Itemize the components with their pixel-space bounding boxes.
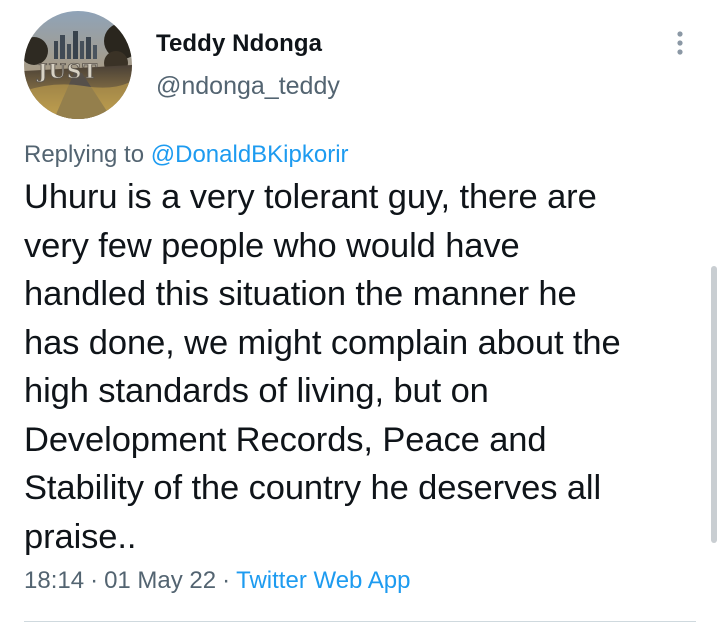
- replying-to-label: Replying to: [24, 141, 151, 168]
- avatar-image: JUST: [24, 11, 132, 119]
- author-handle[interactable]: @ndonga_teddy: [156, 72, 340, 101]
- more-options-button[interactable]: [664, 28, 696, 60]
- replying-to-handle-link[interactable]: @DonaldBKipkorir: [151, 141, 349, 168]
- meta-separator: ·: [90, 567, 99, 594]
- tweet-time[interactable]: 18:14: [24, 567, 84, 594]
- scrollbar-thumb[interactable]: [711, 266, 717, 543]
- tweet-metadata: 18:14 · 01 May 22 · Twitter Web App: [24, 567, 410, 595]
- tweet-date[interactable]: 01 May 22: [104, 567, 216, 594]
- tweet-source-link[interactable]: Twitter Web App: [236, 567, 410, 594]
- more-vertical-icon: [677, 31, 683, 55]
- replying-to-line: Replying to @DonaldBKipkorir: [24, 141, 349, 169]
- meta-separator: ·: [222, 567, 231, 594]
- author-avatar[interactable]: JUST: [24, 11, 132, 119]
- author-display-name[interactable]: Teddy Ndonga: [156, 30, 322, 58]
- tweet-text: Uhuru is a very tolerant guy, there are …: [24, 178, 621, 556]
- tweet-card: JUST Teddy Ndonga @ndonga_teddy Replying…: [0, 0, 720, 631]
- divider: [24, 621, 696, 622]
- avatar-text: JUST: [36, 59, 98, 83]
